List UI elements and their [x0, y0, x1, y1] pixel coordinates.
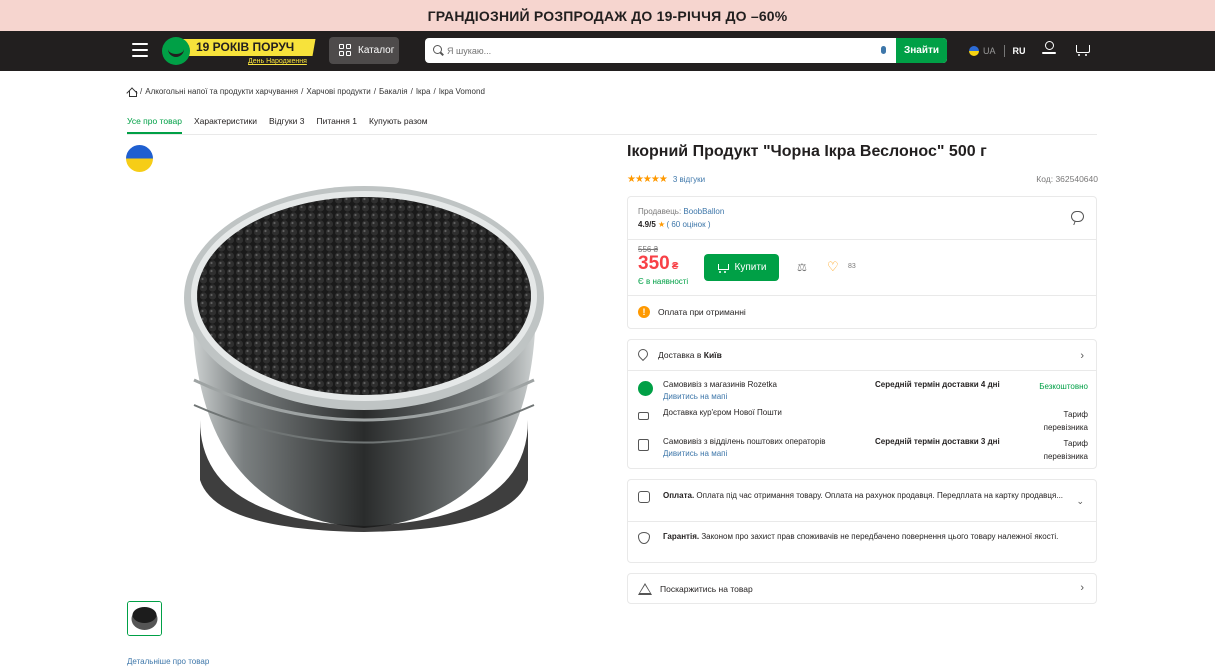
delivery-title: Самовивіз з відділень поштових операторі… [663, 437, 826, 446]
breadcrumb-item[interactable]: Бакалія [379, 87, 408, 96]
truck-icon [638, 412, 649, 420]
reviews-link[interactable]: 3 відгуки [673, 175, 705, 184]
buy-button[interactable]: Купити [704, 254, 779, 281]
logo-text: 19 РОКІВ ПОРУЧ [196, 40, 295, 54]
seller-score: 4.9/5 [638, 220, 656, 229]
delivery-title: Самовивіз з магазинів Rozetka [663, 380, 777, 389]
seller-ratings-link[interactable]: ( 60 оцінок ) [666, 220, 710, 229]
chat-icon[interactable] [1071, 211, 1084, 222]
delivery-price: Безкоштовно [1039, 382, 1088, 391]
product-thumbnail[interactable] [127, 601, 162, 636]
catalog-grid-icon [339, 44, 352, 57]
warning-icon [638, 583, 652, 595]
delivery-term: Середній термін доставки 3 дні [875, 437, 1000, 446]
menu-icon[interactable] [132, 43, 148, 57]
price-value: 350 [638, 253, 670, 274]
cart-icon [717, 263, 729, 273]
breadcrumb-item[interactable]: Харчові продукти [306, 87, 370, 96]
product-code: Код: 362540640 [1036, 174, 1098, 184]
cart-icon[interactable] [1074, 42, 1090, 58]
shield-icon [638, 532, 650, 544]
breadcrumb-item[interactable]: Ікра [416, 87, 431, 96]
payment-note-text: Оплата при отриманні [658, 307, 746, 317]
tab-characteristics[interactable]: Характеристики [194, 113, 257, 134]
delivery-price: Тариф перевізника [1043, 439, 1088, 461]
payment-note: ! Оплата при отриманні [638, 306, 746, 318]
complain-text: Поскаржитись на товар [660, 584, 753, 594]
chevron-right-icon[interactable]: › [1080, 582, 1084, 594]
warranty-title: Гарантія. [663, 532, 700, 541]
home-icon[interactable] [127, 87, 137, 97]
price-currency: ₴ [671, 261, 679, 272]
catalog-label: Каталог [358, 45, 395, 56]
user-icon[interactable] [1041, 41, 1057, 59]
availability-status: Є в наявності [638, 277, 689, 286]
exclamation-icon: ! [638, 306, 650, 318]
details-link[interactable]: Детальніше про товар [127, 657, 209, 666]
complain-card[interactable]: Поскаржитись на товар › [627, 573, 1097, 604]
tab-bought-together[interactable]: Купують разом [369, 113, 428, 134]
tab-all-about[interactable]: Усе про товар [127, 113, 182, 134]
search-button[interactable]: Знайти [896, 38, 947, 63]
product-image[interactable] [172, 180, 556, 538]
logo-sub-link[interactable]: День Народження [248, 58, 307, 65]
post-office-icon [638, 439, 649, 451]
wishlist-count: 83 [848, 263, 856, 270]
map-link[interactable]: Дивитись на мапі [663, 392, 727, 401]
star-icon: ★★★★★ [627, 174, 668, 185]
site-header: 19 РОКІВ ПОРУЧ День Народження Каталог З… [0, 31, 1215, 71]
payment-title: Оплата. [663, 491, 695, 500]
delivery-price: Тариф перевізника [1043, 410, 1088, 432]
breadcrumb: / Алкогольні напої та продукти харчуванн… [127, 87, 485, 97]
breadcrumb-item[interactable]: Ікра Vomond [439, 87, 485, 96]
heart-icon[interactable]: ♡ [827, 259, 839, 275]
delivery-card: Доставка в Київ › Самовивіз з магазинів … [627, 339, 1097, 469]
lang-ru-option[interactable]: RU [1013, 46, 1026, 56]
map-link[interactable]: Дивитись на мапі [663, 449, 727, 458]
language-switcher: UA RU [969, 45, 1026, 57]
breadcrumb-item[interactable]: Алкогольні напої та продукти харчування [145, 87, 298, 96]
chevron-right-icon[interactable]: › [1080, 350, 1084, 362]
promo-banner[interactable]: ГРАНДІОЗНИЙ РОЗПРОДАЖ ДО 19-РІЧЧЯ ДО –60… [0, 0, 1215, 31]
tab-questions[interactable]: Питання 1 [316, 113, 356, 134]
delivery-city: Київ [703, 350, 722, 360]
search-icon [433, 45, 442, 54]
current-price: 350 ₴ [638, 253, 678, 275]
buy-label: Купити [734, 262, 767, 273]
delivery-prefix: Доставка в [658, 350, 702, 360]
seller-label: Продавець: [638, 207, 682, 216]
delivery-title: Доставка кур'єром Нової Пошти [663, 408, 782, 417]
warranty-text: Законом про захист прав споживачів не пе… [701, 532, 1059, 541]
search-input[interactable] [447, 42, 887, 59]
location-pin-icon [638, 349, 648, 361]
catalog-button[interactable]: Каталог [329, 37, 399, 64]
product-title: Ікорний Продукт "Чорна Ікра Веслонос" 50… [627, 143, 987, 160]
product-tabs: Усе про товар Характеристики Відгуки 3 П… [127, 113, 1097, 135]
chevron-down-icon[interactable]: ⌄ [1076, 496, 1084, 507]
promo-text: ГРАНДІОЗНИЙ РОЗПРОДАЖ ДО 19-РІЧЧЯ ДО –60… [427, 7, 788, 24]
ukraine-flag-icon [969, 46, 979, 56]
seller-card: Продавець: BoobBallon 4.9/5 ★ ( 60 оціно… [627, 196, 1097, 329]
delivery-city-selector[interactable]: Доставка в Київ [638, 349, 722, 361]
wallet-icon [638, 491, 650, 503]
microphone-icon[interactable] [881, 46, 886, 54]
country-flag-icon [126, 145, 153, 172]
seller-link[interactable]: BoobBallon [683, 207, 724, 216]
search-bar: Знайти [425, 38, 947, 63]
tab-reviews[interactable]: Відгуки 3 [269, 113, 304, 134]
logo[interactable]: 19 РОКІВ ПОРУЧ День Народження [162, 36, 316, 66]
compare-icon[interactable]: ⚖ [797, 261, 813, 274]
star-icon: ★ [658, 220, 665, 229]
product-rating: ★★★★★ 3 відгуки [627, 174, 705, 185]
lang-ua-option[interactable]: UA [983, 46, 996, 56]
delivery-term: Середній термін доставки 4 дні [875, 380, 1000, 389]
rozetka-icon [638, 381, 653, 396]
logo-smile-icon [162, 37, 190, 65]
payment-warranty-card: Оплата. Оплата під час отримання товару.… [627, 479, 1097, 563]
payment-text: Оплата під час отримання товару. Оплата … [696, 491, 1064, 500]
